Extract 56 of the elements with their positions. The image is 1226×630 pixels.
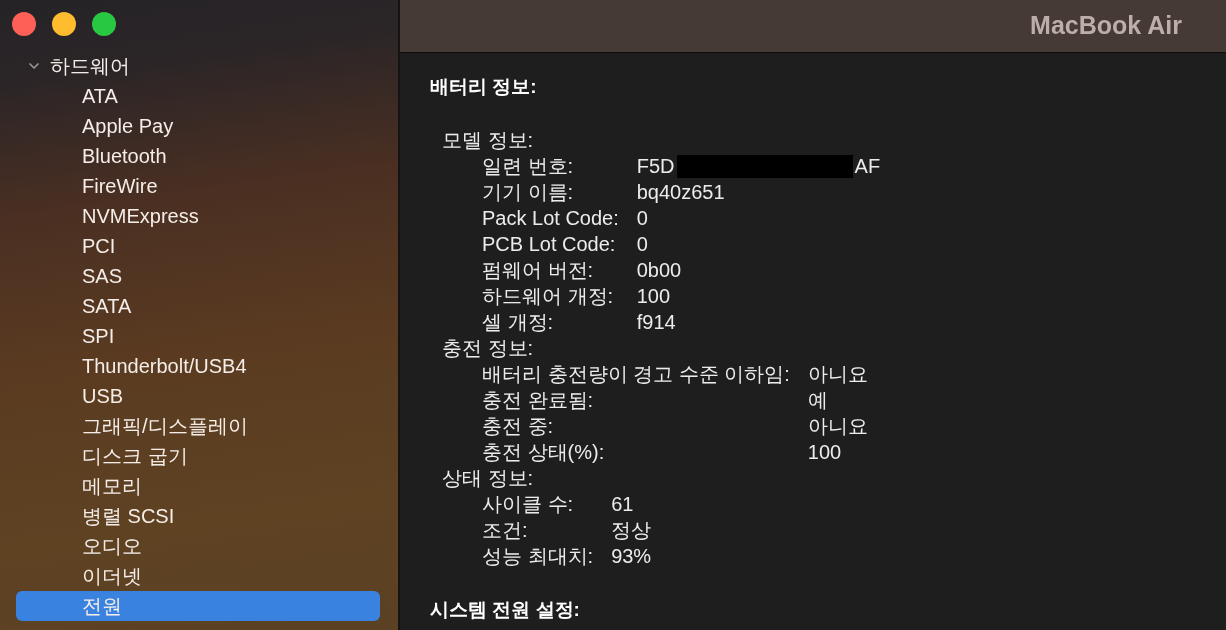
property-value: 0b00 (636, 258, 682, 283)
sidebar-item[interactable]: 메모리 (16, 471, 380, 501)
property-label: 충전 중: (482, 414, 555, 439)
property-label: 일련 번호: (482, 154, 575, 179)
property-label: PCB Lot Code: (482, 232, 617, 257)
sidebar-item[interactable]: 그래픽/디스플레이 (16, 411, 380, 441)
property-label: 조건: (482, 518, 529, 543)
sidebar-item[interactable]: 병렬 SCSI (16, 501, 380, 531)
property-label: 충전 완료됨: (482, 388, 595, 413)
sidebar-item[interactable]: SATA (16, 291, 380, 321)
property-value: 93% (611, 544, 652, 569)
sidebar-item[interactable]: NVMExpress (16, 201, 380, 231)
property-value: F5D (636, 154, 675, 179)
property-value: AF (854, 154, 881, 179)
close-button[interactable] (12, 12, 36, 36)
sidebar-item[interactable]: ATA (16, 81, 380, 111)
property-value: bq40z651 (636, 180, 725, 205)
property-value: 예 (807, 388, 828, 413)
sidebar-item[interactable]: USB (16, 381, 380, 411)
zoom-button[interactable] (92, 12, 116, 36)
property-label: 사이클 수: (482, 492, 575, 517)
property-label: Pack Lot Code: (482, 206, 619, 231)
group-heading: 충전 정보: (441, 336, 534, 361)
sidebar-item[interactable]: FireWire (16, 171, 380, 201)
property-value: 100 (807, 440, 842, 465)
property-value: f914 (636, 310, 676, 335)
property-value: 0 (636, 206, 648, 231)
property-value: 정상 (611, 518, 652, 543)
sidebar-item[interactable]: PCI (16, 231, 380, 261)
sidebar-item[interactable]: 하드웨어 (16, 51, 380, 81)
minimize-button[interactable] (52, 12, 76, 36)
property-label: 충전 상태(%): (482, 440, 606, 465)
window-title: MacBook Air (1030, 10, 1182, 42)
property-label: 셀 개정: (482, 310, 555, 335)
property-value: 0 (636, 232, 648, 257)
sidebar-item[interactable]: 디스크 굽기 (16, 441, 380, 471)
property-value: 100 (636, 284, 671, 309)
property-label: 배터리 충전량이 경고 수준 이하임: (482, 362, 790, 387)
section-heading: 시스템 전원 설정: (430, 598, 580, 622)
group-heading: 상태 정보: (441, 466, 534, 491)
sidebar-item[interactable]: Bluetooth (16, 141, 380, 171)
section-heading: 배터리 정보: (430, 75, 537, 99)
sidebar-item[interactable]: 이더넷 (16, 561, 380, 591)
property-label: 성능 최대치: (482, 544, 594, 569)
sidebar-item[interactable]: SPI (16, 321, 380, 351)
property-value: 아니요 (807, 414, 868, 439)
property-label: 기기 이름: (482, 180, 575, 205)
sidebar-item[interactable]: SAS (16, 261, 380, 291)
property-value: 61 (611, 492, 634, 517)
group-heading: 모델 정보: (441, 128, 534, 153)
sidebar-item[interactable]: Thunderbolt/USB4 (16, 351, 380, 381)
property-label: 펌웨어 버전: (482, 258, 595, 283)
sidebar-item[interactable]: Apple Pay (16, 111, 380, 141)
sidebar-item[interactable]: 오디오 (16, 531, 380, 561)
property-value: 아니요 (807, 362, 868, 387)
property-label: 하드웨어 개정: (482, 284, 615, 309)
